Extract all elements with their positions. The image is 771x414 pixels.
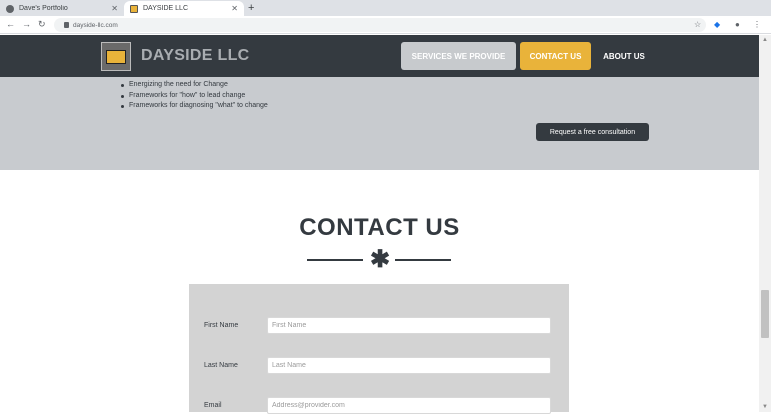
tab-label: Dave's Portfolio bbox=[19, 5, 68, 12]
reload-icon[interactable]: ↻ bbox=[38, 18, 46, 31]
last-name-input[interactable] bbox=[267, 357, 551, 374]
page-scrollbar[interactable] bbox=[759, 35, 771, 412]
back-arrow-icon[interactable]: ← bbox=[6, 18, 15, 31]
last-name-label: Last Name bbox=[204, 362, 238, 369]
nav-contact-button[interactable]: CONTACT US bbox=[520, 42, 591, 70]
browser-toolbar: ← → ↻ dayside-llc.com ☆ ◆ ● ⋮ bbox=[0, 16, 771, 34]
scroll-up-icon[interactable]: ▲ bbox=[759, 35, 771, 45]
profile-icon[interactable]: ● bbox=[735, 19, 740, 31]
brand-name[interactable]: DAYSIDE LLC bbox=[141, 47, 250, 65]
tab-label: DAYSIDE LLC bbox=[143, 5, 188, 12]
address-bar[interactable]: dayside-llc.com bbox=[54, 18, 706, 32]
divider-line bbox=[395, 259, 451, 261]
tab-close-icon[interactable]: ✕ bbox=[111, 4, 118, 13]
list-item: Energizing the need for Change bbox=[120, 80, 268, 91]
contact-title: CONTACT US bbox=[299, 214, 460, 241]
logo-icon[interactable] bbox=[101, 42, 131, 71]
divider-line bbox=[307, 259, 363, 261]
browser-tab-bar: Dave's Portfolio ✕ DAYSIDE LLC ✕ + bbox=[0, 0, 771, 16]
scrollbar-thumb[interactable] bbox=[761, 290, 769, 338]
list-item: Frameworks for diagnosing "what" to chan… bbox=[120, 101, 268, 112]
section-divider: ✱ bbox=[307, 246, 451, 273]
nav-about-button[interactable]: ABOUT US bbox=[596, 42, 652, 70]
services-list: Energizing the need for Change Framework… bbox=[120, 80, 268, 112]
globe-icon bbox=[6, 4, 14, 13]
address-text: dayside-llc.com bbox=[73, 21, 118, 29]
request-consultation-button[interactable]: Request a free consultation bbox=[536, 123, 649, 141]
asterisk-divider-icon: ✱ bbox=[370, 246, 391, 273]
site-header: DAYSIDE LLC SERVICES WE PROVIDE CONTACT … bbox=[0, 35, 771, 77]
extension-icon[interactable]: ◆ bbox=[714, 19, 720, 31]
browser-tab-portfolio[interactable]: Dave's Portfolio ✕ bbox=[0, 1, 124, 16]
first-name-input[interactable] bbox=[267, 317, 551, 334]
tab-close-icon[interactable]: ✕ bbox=[231, 4, 238, 13]
menu-icon[interactable]: ⋮ bbox=[753, 19, 761, 31]
logo-emblem bbox=[106, 49, 126, 64]
email-label: Email bbox=[204, 402, 222, 409]
email-input[interactable] bbox=[267, 397, 551, 414]
first-name-label: First Name bbox=[204, 322, 239, 329]
lock-icon bbox=[64, 22, 69, 28]
new-tab-button[interactable]: + bbox=[248, 1, 254, 15]
star-icon[interactable]: ☆ bbox=[694, 19, 701, 31]
services-section: Energizing the need for Change Framework… bbox=[0, 77, 771, 170]
list-item: Frameworks for "how" to lead change bbox=[120, 91, 268, 102]
contact-form: First Name Last Name Email bbox=[189, 284, 569, 414]
browser-tab-dayside[interactable]: DAYSIDE LLC ✕ bbox=[124, 1, 244, 16]
site-favicon-icon bbox=[130, 4, 138, 13]
forward-arrow-icon[interactable]: → bbox=[22, 18, 31, 31]
scroll-down-icon[interactable]: ▼ bbox=[759, 402, 771, 412]
nav-services-button[interactable]: SERVICES WE PROVIDE bbox=[401, 42, 516, 70]
